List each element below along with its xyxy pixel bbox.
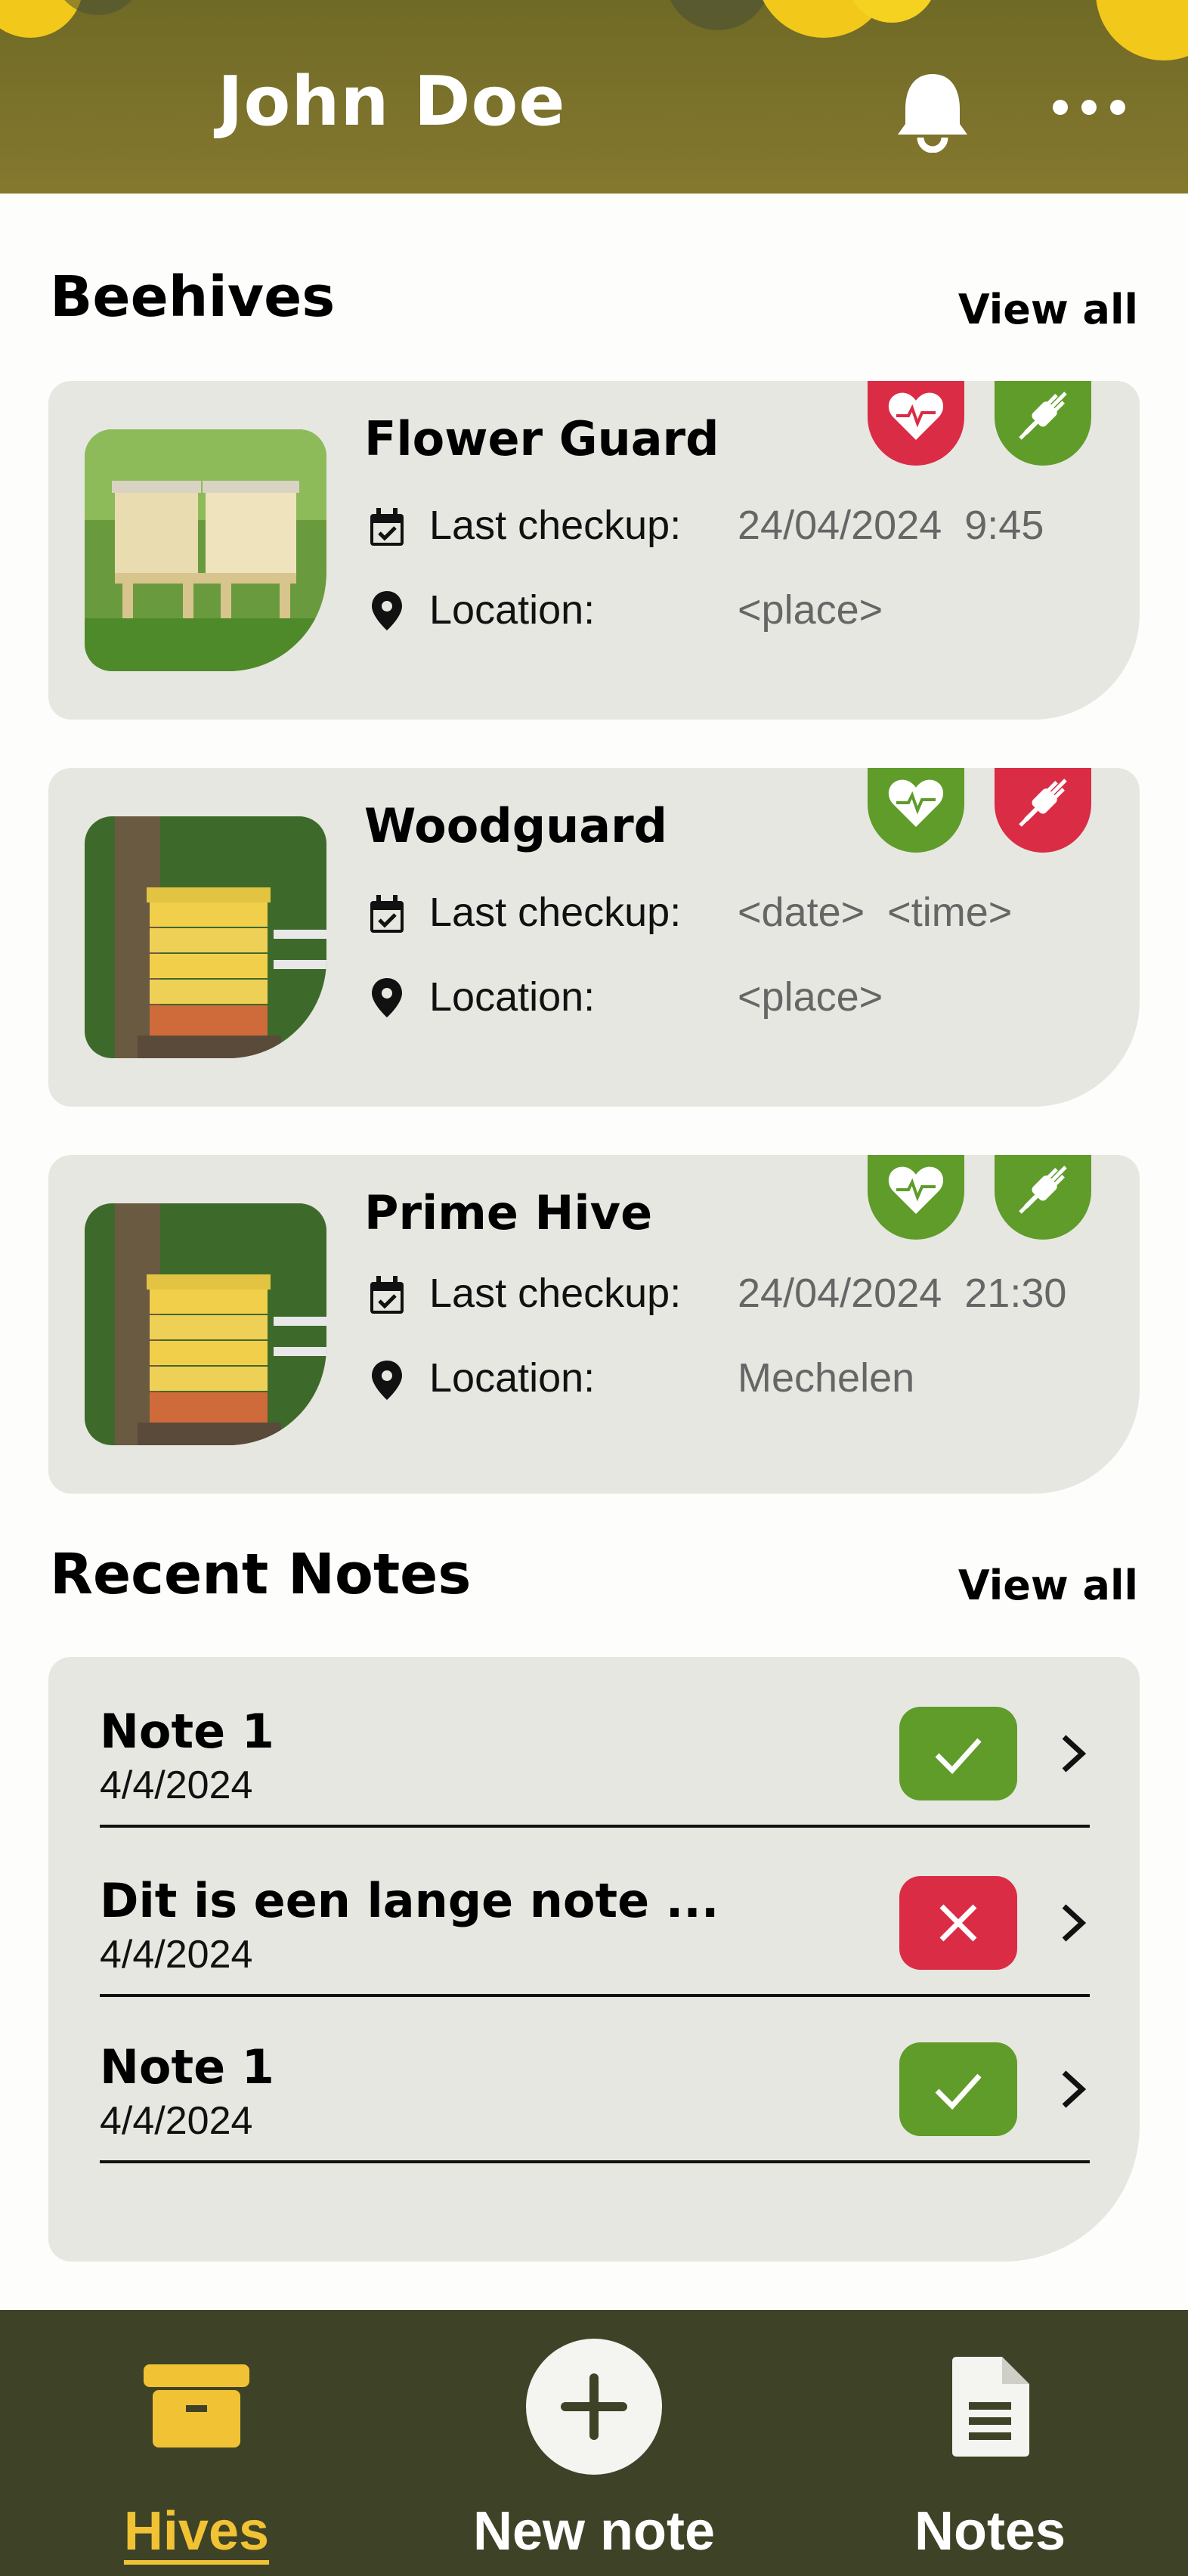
health-status-badge <box>868 768 964 853</box>
note-date: 4/4/2024 <box>100 2099 253 2143</box>
app-header: John Doe <box>0 0 1188 194</box>
nav-new-note[interactable]: New note <box>443 2310 745 2576</box>
location-pin-icon <box>372 591 402 630</box>
recent-notes-title: Recent Notes <box>50 1542 472 1607</box>
last-checkup-value: 24/04/2024 21:30 <box>738 1271 1067 1316</box>
health-status-badge <box>868 381 964 466</box>
flower-decoration-mid <box>670 0 931 38</box>
connection-status-badge <box>995 381 1091 466</box>
close-icon <box>939 1904 977 1942</box>
heart-pulse-icon <box>888 779 944 827</box>
add-circle-icon <box>526 2339 662 2475</box>
bell-icon[interactable] <box>890 68 975 153</box>
beehives-title: Beehives <box>50 265 336 330</box>
note-title: Note 1 <box>100 1704 274 1759</box>
hive-card-prime-hive[interactable]: Prime Hive Last checkup: 24/04/2024 21:3… <box>48 1155 1140 1494</box>
hive-photo <box>85 429 326 671</box>
connection-status-badge <box>995 1155 1091 1240</box>
hive-name: Flower Guard <box>364 411 719 466</box>
note-status-done <box>899 1707 1017 1800</box>
note-item[interactable]: Dit is een lange note ... 4/4/2024 <box>100 1826 1090 1997</box>
location-label: Location: <box>429 587 596 633</box>
heart-pulse-icon <box>888 1166 944 1214</box>
plug-icon <box>1019 1166 1067 1214</box>
chevron-right-icon <box>1062 2070 1087 2108</box>
note-title: Note 1 <box>100 2039 274 2095</box>
user-name: John Doe <box>218 62 566 141</box>
hive-card-flower-guard[interactable]: Flower Guard Last checkup: 24/04/2024 9:… <box>48 381 1140 720</box>
calendar-check-icon <box>370 895 404 933</box>
plug-icon <box>1019 779 1067 827</box>
last-checkup-value: 24/04/2024 9:45 <box>738 503 1044 548</box>
location-value: <place> <box>738 974 883 1020</box>
location-label: Location: <box>429 1355 596 1401</box>
location-value: <place> <box>738 587 883 633</box>
more-options-icon[interactable] <box>1047 85 1131 130</box>
last-checkup-label: Last checkup: <box>429 1271 682 1316</box>
hive-name: Prime Hive <box>364 1185 653 1240</box>
archive-box-icon <box>144 2364 249 2448</box>
hive-photo <box>85 1203 326 1445</box>
hive-photo <box>85 816 326 1058</box>
note-status-done <box>899 2042 1017 2136</box>
nav-notes[interactable]: Notes <box>884 2310 1096 2576</box>
location-label: Location: <box>429 974 596 1020</box>
bottom-nav: Hives New note Notes <box>0 2310 1188 2576</box>
chevron-right-icon <box>1062 1735 1087 1773</box>
location-pin-icon <box>372 1361 402 1400</box>
beehives-view-all-link[interactable]: View all <box>958 286 1138 333</box>
health-status-badge <box>868 1155 964 1240</box>
note-date: 4/4/2024 <box>100 1763 253 1807</box>
location-value: Mechelen <box>738 1355 915 1401</box>
note-status-failed <box>899 1876 1017 1970</box>
nav-notes-label: Notes <box>914 2501 1066 2562</box>
hive-card-woodguard[interactable]: Woodguard Last checkup: <date> <time> Lo… <box>48 768 1140 1107</box>
calendar-check-icon <box>370 1276 404 1314</box>
chevron-right-icon <box>1062 1904 1087 1942</box>
note-title: Dit is een lange note ... <box>100 1873 719 1928</box>
flower-decoration-left <box>0 0 132 38</box>
note-item[interactable]: Note 1 4/4/2024 <box>100 1992 1090 2163</box>
plug-icon <box>1019 392 1067 440</box>
nav-hives[interactable]: Hives <box>91 2310 302 2576</box>
nav-new-note-label: New note <box>472 2501 716 2562</box>
document-icon <box>952 2357 1029 2457</box>
location-pin-icon <box>372 978 402 1017</box>
recent-notes-list: Note 1 4/4/2024 Dit is een lange note ..… <box>48 1657 1140 2262</box>
check-icon <box>935 1738 982 1775</box>
note-item[interactable]: Note 1 4/4/2024 <box>100 1657 1090 1828</box>
check-icon <box>935 2073 982 2110</box>
calendar-check-icon <box>370 508 404 546</box>
hive-name: Woodguard <box>364 798 668 853</box>
notes-view-all-link[interactable]: View all <box>958 1562 1138 1609</box>
last-checkup-label: Last checkup: <box>429 890 682 935</box>
note-date: 4/4/2024 <box>100 1933 253 1977</box>
last-checkup-value: <date> <time> <box>738 890 1013 935</box>
heart-pulse-icon <box>888 392 944 440</box>
connection-status-badge <box>995 768 1091 853</box>
nav-hives-label: Hives <box>123 2501 270 2562</box>
last-checkup-label: Last checkup: <box>429 503 682 548</box>
flower-decoration-right <box>1096 0 1188 60</box>
